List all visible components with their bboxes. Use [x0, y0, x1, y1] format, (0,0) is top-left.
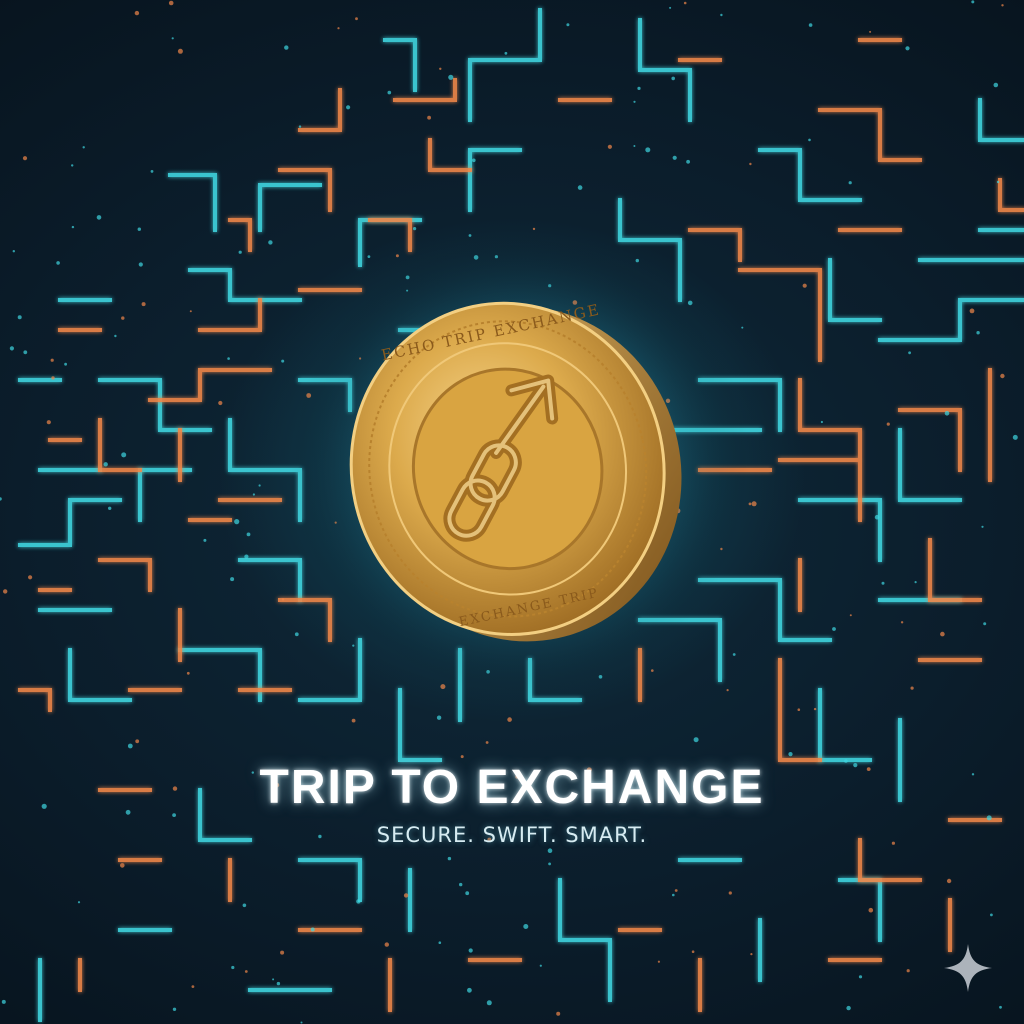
- coin: ECHO TRIP EXCHANGE EXCHANGE TRIP: [290, 235, 750, 695]
- headline: TRIP TO EXCHANGE: [259, 761, 765, 814]
- poster: ECHO TRIP EXCHANGE EXCHANGE TRIP TRIP TO…: [0, 0, 1024, 1024]
- tagline: SECURE. SWIFT. SMART.: [376, 823, 648, 847]
- sparkle-icon: [944, 944, 992, 992]
